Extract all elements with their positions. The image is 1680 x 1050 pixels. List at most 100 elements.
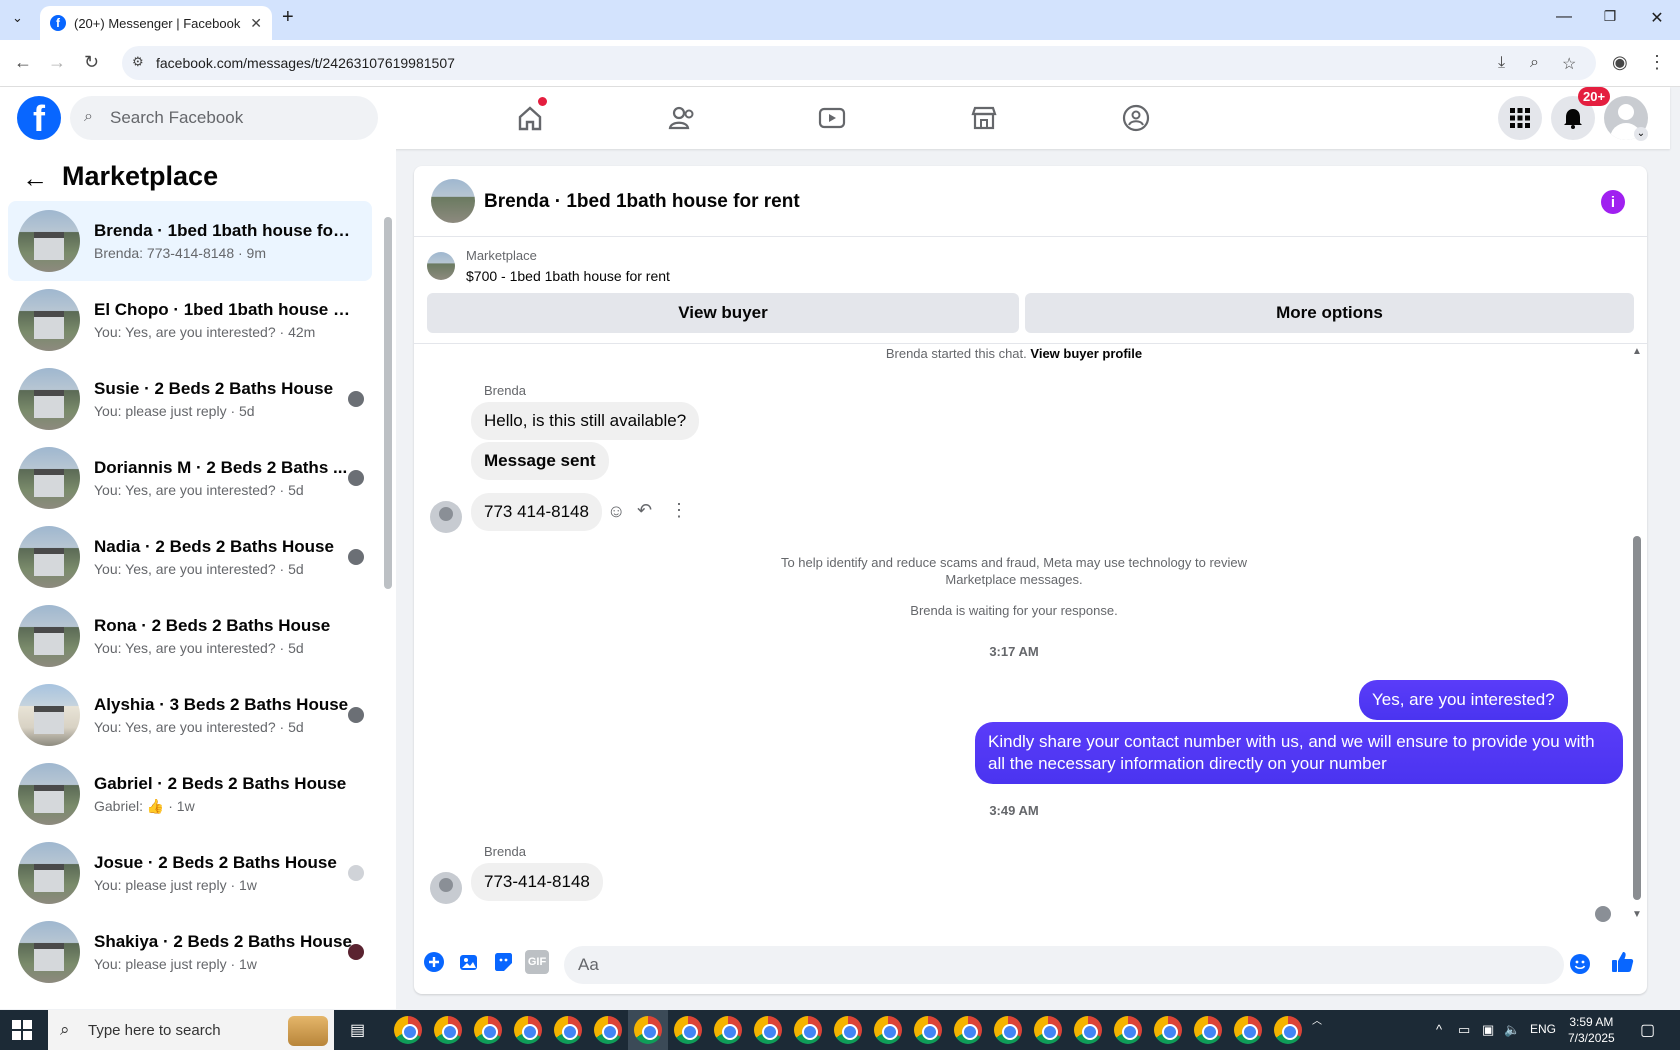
incoming-message[interactable]: Hello, is this still available? — [471, 402, 700, 440]
new-tab-icon[interactable]: + — [282, 6, 294, 29]
conversation-item[interactable]: Susie · 2 Beds 2 Baths House You: please … — [8, 359, 372, 439]
react-emoji-icon[interactable]: ☺ — [607, 501, 625, 522]
info-icon[interactable]: i — [1601, 190, 1625, 214]
chrome-app-icon[interactable] — [1034, 1016, 1062, 1044]
home-icon[interactable] — [512, 97, 548, 135]
conversation-item[interactable]: Nadia · 2 Beds 2 Baths House You: Yes, ar… — [8, 517, 372, 597]
chrome-app-icon[interactable] — [474, 1016, 502, 1044]
chrome-app-icon[interactable] — [1234, 1016, 1262, 1044]
chrome-app-icon[interactable] — [914, 1016, 942, 1044]
incoming-message[interactable]: 773 414-8148 — [471, 493, 602, 531]
profile-icon[interactable]: ◉ — [1612, 52, 1628, 73]
scroll-down-icon[interactable]: ▼ — [1632, 909, 1642, 920]
taskbar-clock[interactable]: 3:59 AM 7/3/2025 — [1568, 1014, 1615, 1046]
close-window-icon[interactable]: ✕ — [1647, 8, 1667, 28]
device-icon[interactable]: ▭ — [1458, 1022, 1470, 1038]
install-icon[interactable]: ⤓ — [1498, 54, 1505, 72]
chrome-app-icon[interactable] — [834, 1016, 862, 1044]
language-indicator[interactable]: ENG — [1530, 1022, 1556, 1036]
account-chevron-down-icon[interactable]: ⌄ — [1634, 127, 1648, 141]
chrome-app-icon[interactable] — [754, 1016, 782, 1044]
chrome-app-icon[interactable] — [1074, 1016, 1102, 1044]
facebook-search-input[interactable]: ⌕ Search Facebook — [70, 96, 378, 140]
menu-grid-icon[interactable] — [1498, 96, 1542, 140]
chrome-app-icon[interactable] — [994, 1016, 1022, 1044]
sender-avatar[interactable] — [430, 872, 462, 904]
chat-title[interactable]: Brenda · 1bed 1bath house for rent — [484, 191, 800, 213]
chrome-app-icon[interactable] — [514, 1016, 542, 1044]
network-icon[interactable]: ▣ — [1482, 1022, 1494, 1038]
taskbar-search-input[interactable]: ⌕ Type here to search — [48, 1010, 334, 1050]
marketplace-icon[interactable] — [966, 101, 1002, 135]
chrome-app-icon[interactable] — [714, 1016, 742, 1044]
browser-tab[interactable]: f (20+) Messenger | Facebook ✕ — [40, 6, 272, 40]
bookmark-star-icon[interactable]: ☆ — [1562, 54, 1576, 74]
conversation-item[interactable]: Alyshia · 3 Beds 2 Baths House You: Yes, … — [8, 675, 372, 755]
conversation-item[interactable]: El Chopo · 1bed 1bath house for ... You: … — [8, 280, 372, 360]
chrome-app-icon[interactable] — [1194, 1016, 1222, 1044]
back-icon[interactable]: ← — [14, 52, 32, 73]
zoom-icon[interactable]: ⌕ — [1530, 54, 1539, 72]
chrome-app-icon[interactable] — [594, 1016, 622, 1044]
outgoing-message[interactable]: Yes, are you interested? — [1359, 680, 1568, 720]
more-actions-icon[interactable]: ⋮ — [670, 500, 688, 521]
sticker-icon[interactable] — [491, 950, 515, 974]
taskbar-scroll-up-icon[interactable]: ︿ — [1312, 1012, 1322, 1027]
conversation-item[interactable]: Brenda · 1bed 1bath house for rent Brenda… — [8, 201, 372, 281]
chrome-app-icon[interactable] — [1154, 1016, 1182, 1044]
message-input[interactable] — [564, 946, 1564, 984]
sender-avatar[interactable] — [430, 501, 462, 533]
view-buyer-profile-link[interactable]: View buyer profile — [1030, 346, 1142, 361]
conversation-item[interactable]: Shakiya · 2 Beds 2 Baths House You: pleas… — [8, 912, 372, 992]
incoming-message[interactable]: 773-414-8148 — [471, 863, 603, 901]
listing-price-title[interactable]: $700 - 1bed 1bath house for rent — [466, 268, 670, 284]
chrome-app-icon[interactable] — [394, 1016, 422, 1044]
windows-start-icon[interactable] — [12, 1020, 32, 1040]
chrome-app-icon[interactable] — [1274, 1016, 1302, 1044]
friends-icon[interactable] — [664, 101, 700, 135]
chrome-app-icon[interactable] — [674, 1016, 702, 1044]
conversation-item[interactable]: Josue · 2 Beds 2 Baths House You: please … — [8, 833, 372, 913]
conversation-list-scrollbar[interactable] — [384, 217, 392, 589]
conversation-item[interactable]: Rona · 2 Beds 2 Baths House You: Yes, are… — [8, 596, 372, 676]
search-highlight-image[interactable] — [288, 1016, 328, 1046]
chrome-app-icon[interactable] — [874, 1016, 902, 1044]
conversation-item[interactable]: Gabriel · 2 Beds 2 Baths House Gabriel: 👍… — [8, 754, 372, 834]
chrome-app-icon[interactable] — [954, 1016, 982, 1044]
reply-icon[interactable]: ↶ — [637, 500, 652, 521]
chat-scrollbar[interactable] — [1633, 536, 1641, 900]
groups-icon[interactable] — [1118, 101, 1154, 135]
listing-avatar[interactable] — [431, 179, 475, 223]
video-icon[interactable] — [814, 101, 850, 135]
minimize-icon[interactable]: — — [1554, 8, 1574, 26]
scroll-up-icon[interactable]: ▲ — [1632, 346, 1642, 357]
view-buyer-button[interactable]: View buyer — [427, 293, 1019, 333]
restore-icon[interactable]: ❐ — [1600, 8, 1620, 25]
show-hidden-icons-icon[interactable]: ^ — [1436, 1022, 1442, 1037]
chrome-app-icon[interactable] — [634, 1016, 662, 1044]
chrome-app-icon[interactable] — [434, 1016, 462, 1044]
task-view-icon[interactable]: ▤ — [350, 1020, 365, 1040]
close-tab-icon[interactable]: ✕ — [250, 15, 262, 32]
site-info-icon[interactable]: ⚙ — [132, 54, 144, 70]
chrome-app-icon[interactable] — [794, 1016, 822, 1044]
facebook-logo-icon[interactable]: f — [17, 96, 61, 140]
conversation-item[interactable]: Doriannis M · 2 Beds 2 Baths ... You: Yes… — [8, 438, 372, 518]
incoming-message[interactable]: Message sent — [471, 442, 609, 480]
like-thumb-icon[interactable] — [1610, 949, 1636, 975]
add-attachment-icon[interactable] — [422, 950, 446, 974]
chrome-app-icon[interactable] — [554, 1016, 582, 1044]
reload-icon[interactable]: ↻ — [84, 52, 99, 73]
photo-icon[interactable] — [457, 950, 481, 974]
volume-icon[interactable]: 🔈 — [1504, 1022, 1520, 1038]
url-bar[interactable]: ⚙ facebook.com/messages/t/24263107619981… — [122, 46, 1596, 80]
chrome-app-icon[interactable] — [1114, 1016, 1142, 1044]
back-arrow-icon[interactable]: ← — [22, 163, 48, 194]
tab-search-icon[interactable]: ⌄ — [12, 10, 23, 26]
gif-icon[interactable]: GIF — [525, 950, 549, 974]
more-options-button[interactable]: More options — [1025, 293, 1634, 333]
emoji-icon[interactable] — [1568, 952, 1592, 976]
outgoing-message[interactable]: Kindly share your contact number with us… — [975, 722, 1623, 784]
notification-center-icon[interactable]: ▢ — [1640, 1020, 1655, 1040]
menu-kebab-icon[interactable]: ⋮ — [1648, 52, 1666, 73]
